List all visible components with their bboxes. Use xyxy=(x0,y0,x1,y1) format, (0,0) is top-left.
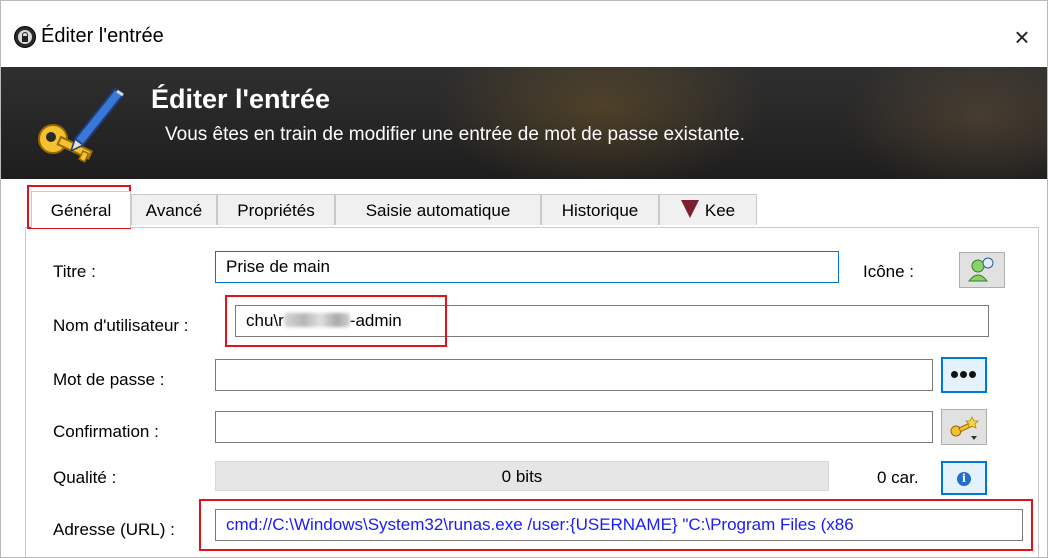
confirm-label: Confirmation : xyxy=(53,422,159,441)
key-pen-icon xyxy=(38,87,125,163)
tab-general[interactable]: Général xyxy=(31,191,131,228)
icon-label: Icône : xyxy=(863,262,915,281)
tab-advanced[interactable]: Avancé xyxy=(131,194,217,225)
username-label: Nom d'utilisateur : xyxy=(53,316,189,335)
url-field[interactable]: cmd://C:\Windows\System32\runas.exe /use… xyxy=(215,509,1023,541)
confirm-field[interactable] xyxy=(215,411,933,443)
close-button[interactable]: × xyxy=(999,17,1045,57)
window-title: Éditer l'entrée xyxy=(41,25,164,47)
key-generator-icon xyxy=(950,416,979,440)
tab-kee[interactable]: Kee xyxy=(659,194,757,225)
toggle-password-visibility-button[interactable] xyxy=(941,357,987,393)
title-label: Titre : xyxy=(53,262,96,281)
redacted-blur xyxy=(283,313,350,327)
username-field[interactable]: chu\r -admin xyxy=(235,305,989,337)
password-field[interactable] xyxy=(215,359,933,391)
keepass-lock-icon xyxy=(14,26,36,48)
info-icon: i xyxy=(957,472,971,486)
quality-meter: 0 bits xyxy=(215,461,829,491)
url-label: Adresse (URL) : xyxy=(53,520,175,539)
edit-entry-dialog: Éditer l'entrée × Éditer l'entrée Vous ê… xyxy=(0,0,1048,558)
tab-history[interactable]: Historique xyxy=(541,194,659,225)
banner-title: Éditer l'entrée xyxy=(151,84,330,114)
username-prefix: chu\r xyxy=(246,311,284,330)
quality-info-button[interactable]: i xyxy=(941,461,987,495)
quality-chars: 0 car. xyxy=(877,468,919,487)
dots-icon xyxy=(951,371,978,378)
banner-subtitle: Vous êtes en train de modifier une entré… xyxy=(165,124,745,145)
quality-bits: 0 bits xyxy=(501,467,543,486)
kee-icon xyxy=(680,200,699,218)
tab-properties[interactable]: Propriétés xyxy=(217,194,335,225)
icon-picker-button[interactable] xyxy=(959,252,1005,288)
title-bar: Éditer l'entrée × xyxy=(1,1,1047,67)
password-generator-button[interactable] xyxy=(941,409,987,445)
tab-autotype[interactable]: Saisie automatique xyxy=(335,194,541,225)
user-icon xyxy=(967,257,994,282)
title-field[interactable]: Prise de main xyxy=(215,251,839,283)
tab-strip: Général Avancé Propriétés Saisie automat… xyxy=(25,191,1035,228)
tab-kee-label: Kee xyxy=(704,201,736,220)
quality-label: Qualité : xyxy=(53,468,117,487)
username-suffix: -admin xyxy=(349,311,402,330)
password-label: Mot de passe : xyxy=(53,370,165,389)
header-banner: Éditer l'entrée Vous êtes en train de mo… xyxy=(1,67,1047,179)
